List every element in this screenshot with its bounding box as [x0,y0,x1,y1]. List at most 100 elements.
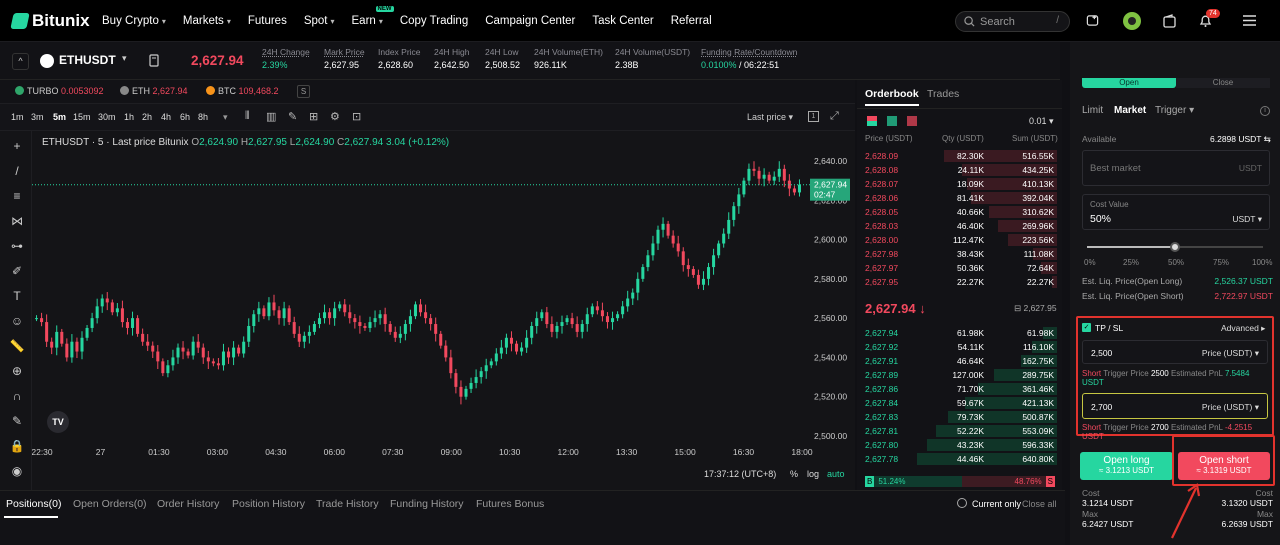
log-scale-toggle[interactable]: log [807,469,819,479]
bid-row[interactable]: 2,627.94 61.98K 61.98K [857,326,1062,340]
tpsl-advanced-link[interactable]: Advanced ▸ [1221,323,1265,334]
tpsl-checkbox[interactable]: ✓ [1082,323,1091,332]
open-short-button[interactable]: Open short ≈ 3.1319 USDT [1178,452,1270,480]
template-icon[interactable]: ⊞ [309,110,318,123]
order-type-market[interactable]: Market [1114,105,1146,116]
symbol-name[interactable]: ETHUSDT [59,53,116,67]
stop-loss-input[interactable]: 2,700 Price (USDT) ▾ [1082,393,1268,419]
timeframe-3m[interactable]: 3m [31,112,44,122]
emoji-icon[interactable]: ☺ [9,314,25,328]
ask-row[interactable]: 2,628.00 112.47K 223.56K [857,233,1062,247]
nav-buy-crypto[interactable]: Buy Crypto ▾ [102,15,166,27]
marquee-settings-icon[interactable]: S [297,85,310,98]
timeframe-15m[interactable]: 15m [73,112,91,122]
take-profit-input[interactable]: 2,500 Price (USDT) ▾ [1082,340,1268,364]
cost-value-input[interactable]: Cost Value 50% USDT ▾ [1082,194,1270,230]
wallet-icon[interactable] [1163,14,1176,28]
nav-markets[interactable]: Markets ▾ [183,15,231,27]
close-all-button[interactable]: Close all [1022,499,1057,509]
lock-icon[interactable]: 🔒 [9,439,25,453]
bottom-tab-6[interactable]: Futures Bonus [476,498,544,510]
price-chart[interactable]: ETHUSDT · 5 · Last price Bitunix O2,624.… [32,131,855,460]
tp-type-select[interactable]: Price (USDT) ▾ [1202,348,1259,359]
tab-close[interactable]: Close [1176,78,1270,88]
nav-copy-trading[interactable]: Copy Trading [400,15,468,27]
sl-type-select[interactable]: Price (USDT) ▾ [1202,402,1259,413]
bid-row[interactable]: 2,627.81 52.22K 553.09K [857,424,1062,438]
bid-row[interactable]: 2,627.86 71.70K 361.46K [857,382,1062,396]
search-box[interactable]: Search / [955,11,1070,32]
cost-slider[interactable] [1087,242,1263,253]
bid-row[interactable]: 2,627.84 59.67K 421.13K [857,396,1062,410]
orderbook-view-both-icon[interactable] [867,116,877,126]
nav-futures[interactable]: Futures [248,15,287,27]
avatar[interactable] [1123,12,1141,30]
timeframe-1m[interactable]: 1m [11,112,24,122]
fullscreen-icon[interactable]: ⤢ [830,110,839,123]
text-icon[interactable]: T [9,289,25,303]
tab-open[interactable]: Open [1082,78,1176,88]
percent-scale-toggle[interactable]: % [790,469,798,479]
screenshot-icon[interactable]: ⊡ [352,110,361,123]
cost-unit-select[interactable]: USDT ▾ [1232,214,1262,225]
settings-icon[interactable]: ⚙ [330,110,340,123]
bid-row[interactable]: 2,627.89 127.00K 289.75K [857,368,1062,382]
timeframe-2h[interactable]: 2h [142,112,152,122]
trendline-icon[interactable]: / [9,164,25,178]
nav-referral[interactable]: Referral [671,15,712,27]
edit-icon[interactable]: ✎ [288,110,297,123]
nav-task-center[interactable]: Task Center [592,15,653,27]
ask-row[interactable]: 2,628.07 18.09K 410.13K [857,177,1062,191]
ruler-icon[interactable]: 📏 [9,339,25,353]
marquee-item[interactable]: BTC 109,468.2 [206,86,279,96]
brush-icon[interactable]: ✐ [9,264,25,278]
price-input[interactable]: Best market USDT [1082,150,1270,186]
bottom-tab-0[interactable]: Positions(0) [6,498,61,510]
bid-row[interactable]: 2,627.91 46.64K 162.75K [857,354,1062,368]
order-type-trigger[interactable]: Trigger ▾ [1155,105,1194,116]
bottom-tab-4[interactable]: Trade History [316,498,379,510]
indicator-icon[interactable]: ⫴ [245,110,250,123]
order-type-limit[interactable]: Limit [1082,105,1103,116]
bid-row[interactable]: 2,627.80 43.23K 596.33K [857,438,1062,452]
pattern-icon[interactable]: ⋈ [9,214,25,228]
tab-trades[interactable]: Trades [927,88,959,100]
bottom-tab-5[interactable]: Funding History [390,498,464,510]
nav-spot[interactable]: Spot ▾ [304,15,335,27]
ask-row[interactable]: 2,628.06 81.41K 392.04K [857,191,1062,205]
precision-select[interactable]: 0.01 ▾ [1029,116,1054,127]
ask-row[interactable]: 2,627.97 50.36K 72.64K [857,261,1062,275]
collapse-icon[interactable]: ^ [12,53,29,70]
brand-logo[interactable]: Bitunix [10,11,90,31]
price-type-select[interactable]: Last price ▾ [747,112,793,123]
fib-icon[interactable]: ⊶ [9,239,25,253]
marquee-item[interactable]: TURBO 0.0053092 [15,86,104,96]
ask-row[interactable]: 2,628.05 40.66K 310.62K [857,205,1062,219]
ask-row[interactable]: 2,627.98 38.43K 111.08K [857,247,1062,261]
lock-draw-icon[interactable]: ✎ [9,414,25,428]
bottom-tab-1[interactable]: Open Orders(0) [73,498,147,510]
timeframe-30m[interactable]: 30m [98,112,116,122]
candle-type-icon[interactable]: ▥ [266,110,276,123]
horizontal-lines-icon[interactable]: ≡ [9,189,25,203]
open-long-button[interactable]: Open long ≈ 3.1213 USDT [1080,452,1173,480]
ask-row[interactable]: 2,628.09 82.30K 516.55K [857,149,1062,163]
current-only-radio[interactable] [957,498,967,508]
symbol-dropdown-icon[interactable]: ▾ [122,53,127,64]
orderbook-view-bids-icon[interactable] [887,116,897,126]
auto-scale-toggle[interactable]: auto [827,469,845,479]
bottom-tab-3[interactable]: Position History [232,498,305,510]
zoom-in-icon[interactable]: ⊕ [9,364,25,378]
tf-dropdown-icon[interactable]: ▾ [223,112,228,123]
timeframe-4h[interactable]: 4h [161,112,171,122]
document-icon[interactable] [149,54,159,67]
eye-icon[interactable]: ◉ [9,464,25,478]
menu-icon[interactable] [1243,15,1256,26]
tab-orderbook[interactable]: Orderbook [865,88,919,106]
orderbook-view-asks-icon[interactable] [907,116,917,126]
layout-icon[interactable]: 1 [808,111,819,122]
ask-row[interactable]: 2,627.95 22.27K 22.27K [857,275,1062,289]
bid-row[interactable]: 2,627.92 54.11K 116.10K [857,340,1062,354]
timeframe-8h[interactable]: 8h [198,112,208,122]
bottom-tab-2[interactable]: Order History [157,498,219,510]
